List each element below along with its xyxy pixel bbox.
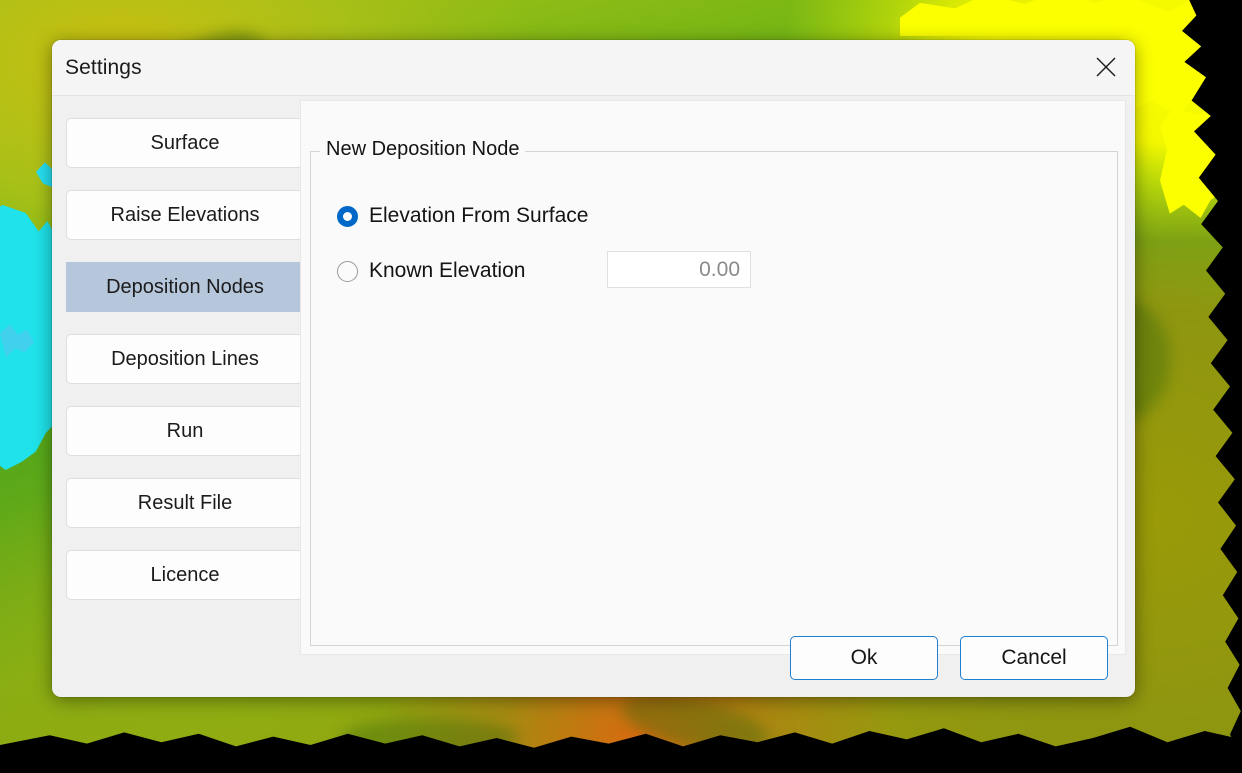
radio-selected-icon: [337, 205, 358, 227]
sidebar-item-raise-elevations[interactable]: Raise Elevations: [66, 190, 304, 240]
sidebar-item-label: Licence: [150, 563, 220, 586]
sidebar-item-label: Surface: [150, 131, 220, 154]
settings-sidebar: Surface Raise Elevations Deposition Node…: [66, 118, 304, 622]
close-button[interactable]: [1077, 40, 1135, 94]
sidebar-item-deposition-lines[interactable]: Deposition Lines: [66, 334, 304, 384]
dialog-footer: Ok Cancel: [790, 636, 1108, 680]
radio-label: Elevation From Surface: [369, 204, 589, 227]
sidebar-item-result-file[interactable]: Result File: [66, 478, 304, 528]
new-deposition-node-group: New Deposition Node Elevation From Surfa…: [310, 138, 1118, 646]
dialog-title: Settings: [65, 56, 142, 79]
ok-button[interactable]: Ok: [790, 636, 938, 680]
radio-known-elevation[interactable]: Known Elevation: [337, 259, 525, 283]
sidebar-item-licence[interactable]: Licence: [66, 550, 304, 600]
ok-button-label: Ok: [850, 646, 878, 669]
sidebar-item-run[interactable]: Run: [66, 406, 304, 456]
screen: Settings Surface Raise Elevations Deposi…: [0, 0, 1242, 773]
radio-unselected-icon: [337, 260, 358, 282]
settings-dialog: Settings Surface Raise Elevations Deposi…: [52, 40, 1135, 697]
sidebar-item-label: Run: [166, 419, 204, 442]
radio-elevation-from-surface[interactable]: Elevation From Surface: [337, 204, 588, 228]
dialog-titlebar: Settings: [52, 40, 1135, 96]
known-elevation-input[interactable]: 0.00: [607, 251, 751, 288]
cancel-button[interactable]: Cancel: [960, 636, 1108, 680]
sidebar-item-deposition-nodes[interactable]: Deposition Nodes: [66, 262, 304, 312]
sidebar-item-surface[interactable]: Surface: [66, 118, 304, 168]
sidebar-item-label: Result File: [137, 491, 233, 514]
sidebar-item-label: Deposition Nodes: [106, 275, 264, 298]
sidebar-item-label: Raise Elevations: [110, 203, 260, 226]
group-title: New Deposition Node: [320, 138, 526, 161]
sidebar-item-label: Deposition Lines: [111, 347, 259, 370]
settings-content-panel: New Deposition Node Elevation From Surfa…: [300, 100, 1126, 655]
radio-label: Known Elevation: [369, 259, 526, 282]
close-icon: [1095, 56, 1117, 78]
cancel-button-label: Cancel: [1001, 646, 1067, 669]
